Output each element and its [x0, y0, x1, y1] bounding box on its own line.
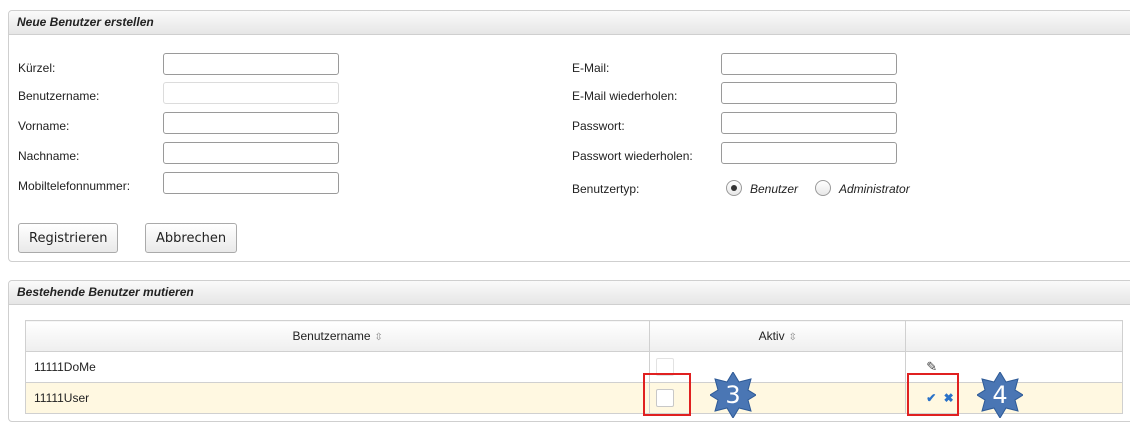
create-user-panel: Neue Benutzer erstellen Kürzel: Benutzer… [8, 10, 1130, 262]
column-header-active[interactable]: Aktiv ⇳ [649, 320, 907, 352]
register-button[interactable]: Registrieren [18, 223, 119, 253]
usertype-user-radio[interactable] [726, 180, 742, 196]
usertype-admin-label: Administrator [839, 182, 910, 196]
usertype-user-label: Benutzer [750, 182, 799, 196]
column-header-username-label: Benutzername [292, 329, 371, 343]
highlight-box-active-checkbox [643, 373, 691, 416]
sort-icon: ⇳ [788, 332, 797, 343]
shortname-input[interactable] [163, 53, 339, 75]
firstname-label: Vorname: [18, 119, 70, 133]
username-input[interactable] [163, 82, 339, 104]
username-cell: 11111DoMe [24, 351, 651, 383]
lastname-label: Nachname: [18, 149, 80, 163]
password-repeat-label: Passwort wiederholen: [572, 149, 693, 163]
mobile-input[interactable] [163, 172, 339, 194]
column-header-actions [905, 320, 1123, 352]
mobile-label: Mobiltelefonnummer: [18, 179, 131, 193]
password-label: Passwort: [572, 119, 625, 133]
table-header-row: Benutzername ⇳ Aktiv ⇳ [24, 320, 1123, 352]
annotation-badge-4-label: 4 [992, 381, 1008, 409]
lastname-input[interactable] [163, 142, 339, 164]
usertype-label: Benutzertyp: [572, 182, 640, 196]
annotation-badge-3-label: 3 [725, 381, 741, 409]
email-label: E-Mail: [572, 61, 610, 75]
firstname-input[interactable] [163, 112, 339, 134]
password-repeat-input[interactable] [721, 142, 897, 164]
username-label: Benutzername: [18, 89, 100, 103]
cancel-button[interactable]: Abbrechen [145, 223, 238, 253]
edit-users-panel-title: Bestehende Benutzer mutieren [9, 281, 1130, 305]
email-repeat-label: E-Mail wiederholen: [572, 89, 678, 103]
shortname-label: Kürzel: [18, 61, 56, 75]
sort-icon: ⇳ [374, 332, 383, 343]
email-repeat-input[interactable] [721, 82, 897, 104]
password-input[interactable] [721, 112, 897, 134]
email-input[interactable] [721, 53, 897, 75]
create-user-panel-title: Neue Benutzer erstellen [9, 11, 1130, 35]
column-header-username[interactable]: Benutzername ⇳ [24, 320, 651, 352]
username-cell: 11111User [24, 382, 651, 414]
highlight-box-confirm-actions [907, 373, 959, 416]
usertype-admin-radio[interactable] [815, 180, 831, 196]
column-header-active-label: Aktiv [758, 329, 785, 343]
